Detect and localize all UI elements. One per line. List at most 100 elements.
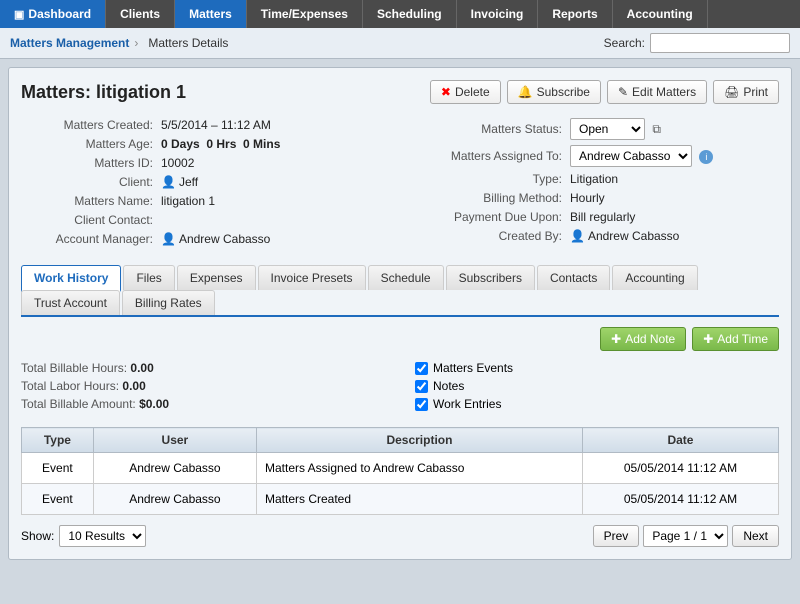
- edit-icon: ✎: [618, 85, 628, 99]
- top-navigation: ▣ Dashboard Clients Matters Time/Expense…: [0, 0, 800, 28]
- total-billable-hours: Total Billable Hours: 0.00: [21, 361, 385, 375]
- subscribe-button[interactable]: 🔔 Subscribe: [507, 80, 601, 104]
- breadcrumb-parent[interactable]: Matters Management: [10, 36, 129, 50]
- checkbox-work-entries: Work Entries: [415, 397, 779, 411]
- delete-icon: ✖: [441, 85, 451, 99]
- work-entries-checkbox[interactable]: [415, 398, 428, 411]
- print-button[interactable]: 🖨 Print: [713, 80, 779, 104]
- page-select[interactable]: Page 1 / 1: [643, 525, 728, 547]
- detail-matters-status: Matters Status: Open Closed Pending ⧉: [410, 118, 779, 140]
- tab-files[interactable]: Files: [123, 265, 174, 290]
- cell-description: Matters Assigned to Andrew Cabasso: [257, 453, 583, 484]
- total-billable-amount: Total Billable Amount: $0.00: [21, 397, 385, 411]
- summary-left: Total Billable Hours: 0.00 Total Labor H…: [21, 361, 385, 415]
- page-header: Matters: litigation 1 ✖ Delete 🔔 Subscri…: [21, 80, 779, 104]
- prev-button[interactable]: Prev: [593, 525, 640, 547]
- col-date: Date: [582, 428, 778, 453]
- checkbox-notes: Notes: [415, 379, 779, 393]
- detail-billing-method: Billing Method: Hourly: [410, 191, 779, 205]
- pagination-bar: Show: 10 Results 25 Results 50 Results P…: [21, 525, 779, 547]
- next-button[interactable]: Next: [732, 525, 779, 547]
- tab-work-history[interactable]: Work History: [21, 265, 121, 292]
- delete-button[interactable]: ✖ Delete: [430, 80, 501, 104]
- breadcrumb: Matters Management › Matters Details: [10, 36, 233, 50]
- detail-client-contact: Client Contact:: [21, 213, 390, 227]
- nav-time-expenses[interactable]: Time/Expenses: [247, 0, 363, 28]
- detail-payment-due: Payment Due Upon: Bill regularly: [410, 210, 779, 224]
- show-results: Show: 10 Results 25 Results 50 Results: [21, 525, 146, 547]
- search-area: Search:: [604, 33, 790, 53]
- nav-accounting[interactable]: Accounting: [613, 0, 708, 28]
- tab-actions: ✚ Add Note ✚ Add Time: [21, 327, 779, 351]
- page-controls: Prev Page 1 / 1 Next: [593, 525, 779, 547]
- results-select[interactable]: 10 Results 25 Results 50 Results: [59, 525, 146, 547]
- copy-icon[interactable]: ⧉: [652, 122, 661, 136]
- table-row: Event Andrew Cabasso Matters Created 05/…: [22, 484, 779, 515]
- detail-matters-age: Matters Age: 0 Days 0 Hrs 0 Mins: [21, 137, 390, 151]
- checkbox-matters-events: Matters Events: [415, 361, 779, 375]
- detail-matters-id: Matters ID: 10002: [21, 156, 390, 170]
- matters-status-select[interactable]: Open Closed Pending: [570, 118, 645, 140]
- details-left: Matters Created: 5/5/2014 – 11:12 AM Mat…: [21, 118, 390, 251]
- col-user: User: [93, 428, 256, 453]
- col-type: Type: [22, 428, 94, 453]
- nav-dashboard[interactable]: ▣ Dashboard: [0, 0, 106, 28]
- total-labor-hours: Total Labor Hours: 0.00: [21, 379, 385, 393]
- tab-contacts[interactable]: Contacts: [537, 265, 610, 290]
- nav-scheduling[interactable]: Scheduling: [363, 0, 457, 28]
- info-icon[interactable]: i: [699, 150, 713, 164]
- nav-clients[interactable]: Clients: [106, 0, 175, 28]
- nav-matters[interactable]: Matters: [175, 0, 247, 28]
- add-time-icon: ✚: [703, 332, 713, 346]
- action-buttons: ✖ Delete 🔔 Subscribe ✎ Edit Matters 🖨 Pr…: [430, 80, 779, 104]
- add-note-icon: ✚: [611, 332, 621, 346]
- breadcrumb-current: Matters Details: [148, 36, 228, 50]
- breadcrumb-separator: ›: [134, 36, 138, 50]
- tab-invoice-presets[interactable]: Invoice Presets: [258, 265, 366, 290]
- tab-schedule[interactable]: Schedule: [368, 265, 444, 290]
- add-time-button[interactable]: ✚ Add Time: [692, 327, 779, 351]
- details-grid: Matters Created: 5/5/2014 – 11:12 AM Mat…: [21, 118, 779, 251]
- detail-created-by: Created By: 👤Andrew Cabasso: [410, 229, 779, 243]
- tab-accounting[interactable]: Accounting: [612, 265, 697, 290]
- cell-date: 05/05/2014 11:12 AM: [582, 453, 778, 484]
- cell-user: Andrew Cabasso: [93, 484, 256, 515]
- cell-description: Matters Created: [257, 484, 583, 515]
- edit-matters-button[interactable]: ✎ Edit Matters: [607, 80, 707, 104]
- tab-billing-rates[interactable]: Billing Rates: [122, 290, 215, 315]
- tabs-bar: Work History Files Expenses Invoice Pres…: [21, 265, 779, 317]
- detail-matters-created: Matters Created: 5/5/2014 – 11:12 AM: [21, 118, 390, 132]
- page-title: Matters: litigation 1: [21, 82, 186, 103]
- page-indicator: Page 1 / 1: [643, 525, 728, 547]
- detail-type: Type: Litigation: [410, 172, 779, 186]
- tab-trust-account[interactable]: Trust Account: [21, 290, 120, 315]
- nav-reports[interactable]: Reports: [538, 0, 612, 28]
- account-manager-icon: 👤: [161, 232, 176, 246]
- main-content: Matters: litigation 1 ✖ Delete 🔔 Subscri…: [8, 67, 792, 560]
- cell-type: Event: [22, 453, 94, 484]
- details-right: Matters Status: Open Closed Pending ⧉ Ma…: [410, 118, 779, 251]
- cell-user: Andrew Cabasso: [93, 453, 256, 484]
- cell-date: 05/05/2014 11:12 AM: [582, 484, 778, 515]
- breadcrumb-bar: Matters Management › Matters Details Sea…: [0, 28, 800, 59]
- detail-account-manager: Account Manager: 👤Andrew Cabasso: [21, 232, 390, 246]
- col-description: Description: [257, 428, 583, 453]
- summary-row: Total Billable Hours: 0.00 Total Labor H…: [21, 361, 779, 415]
- search-input[interactable]: [650, 33, 790, 53]
- created-by-icon: 👤: [570, 229, 585, 243]
- print-icon: 🖨: [724, 85, 739, 99]
- table-row: Event Andrew Cabasso Matters Assigned to…: [22, 453, 779, 484]
- tab-subscribers[interactable]: Subscribers: [446, 265, 535, 290]
- nav-invoicing[interactable]: Invoicing: [457, 0, 539, 28]
- tab-expenses[interactable]: Expenses: [177, 265, 256, 290]
- assigned-to-select[interactable]: Andrew Cabasso: [570, 145, 692, 167]
- matters-events-checkbox[interactable]: [415, 362, 428, 375]
- notes-checkbox[interactable]: [415, 380, 428, 393]
- client-icon: 👤: [161, 175, 176, 189]
- subscribe-icon: 🔔: [518, 85, 533, 99]
- detail-client: Client: 👤Jeff: [21, 175, 390, 189]
- add-note-button[interactable]: ✚ Add Note: [600, 327, 686, 351]
- dashboard-icon: ▣: [14, 8, 24, 21]
- summary-right: Matters Events Notes Work Entries: [415, 361, 779, 415]
- work-history-table: Type User Description Date Event Andrew …: [21, 427, 779, 515]
